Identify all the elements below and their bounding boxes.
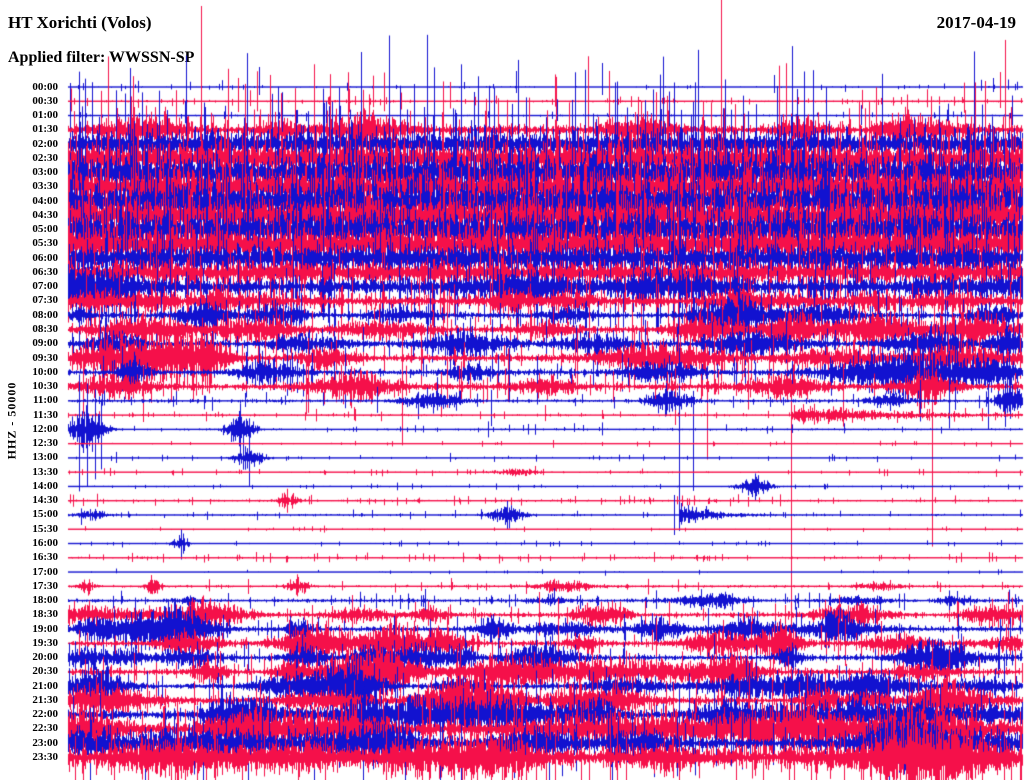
time-label: 03:00 [32,166,58,179]
time-label: 04:30 [32,208,58,221]
time-label: 18:00 [32,594,58,607]
time-label: 16:00 [32,537,58,549]
time-label: 13:30 [32,465,58,478]
time-label: 19:30 [32,636,58,649]
time-label: 20:30 [32,665,58,678]
time-label: 19:00 [32,622,58,635]
time-label: 11:00 [32,394,58,407]
time-label: 07:00 [32,280,58,293]
time-label: 00:30 [32,94,58,107]
time-label: 21:30 [32,693,58,706]
time-label: 07:30 [32,294,58,307]
time-label: 01:30 [32,123,58,136]
time-label: 23:00 [32,736,58,749]
time-label: 22:00 [32,708,58,721]
time-label: 12:00 [32,422,58,435]
time-label: 11:30 [32,408,58,421]
time-label: 00:00 [32,80,58,93]
time-label: 23:30 [32,751,58,763]
helicorder-view: HT Xorichti (Volos) 2017-04-19 Applied f… [0,0,1024,780]
time-label: 16:30 [32,551,58,564]
time-label: 12:30 [32,437,58,450]
time-label: 05:00 [32,223,58,236]
time-label: 20:00 [32,651,58,664]
time-label: 06:30 [32,265,58,278]
time-label: 15:00 [32,508,58,521]
time-label: 01:00 [32,109,58,122]
time-label: 09:00 [32,337,58,350]
time-label: 02:00 [32,137,58,150]
time-label: 10:30 [32,380,58,393]
time-label: 08:30 [32,323,58,336]
time-label: 05:30 [32,237,58,250]
time-label: 14:30 [32,494,58,507]
time-label: 02:30 [32,151,58,164]
time-label: 04:00 [32,194,58,207]
time-label: 09:30 [32,351,58,364]
time-label: 15:30 [32,522,58,535]
time-label: 21:00 [32,679,58,692]
time-label: 03:30 [32,180,58,193]
seismogram-traces-canvas [0,0,1024,780]
time-label: 13:00 [32,451,58,464]
time-label: 14:00 [32,479,58,492]
time-label: 17:00 [32,565,58,578]
time-label: 10:00 [32,365,58,378]
time-label: 18:30 [32,608,58,621]
time-label: 08:00 [32,308,58,321]
time-label: 06:00 [32,251,58,264]
time-label: 22:30 [32,722,58,735]
time-label: 17:30 [32,579,58,592]
